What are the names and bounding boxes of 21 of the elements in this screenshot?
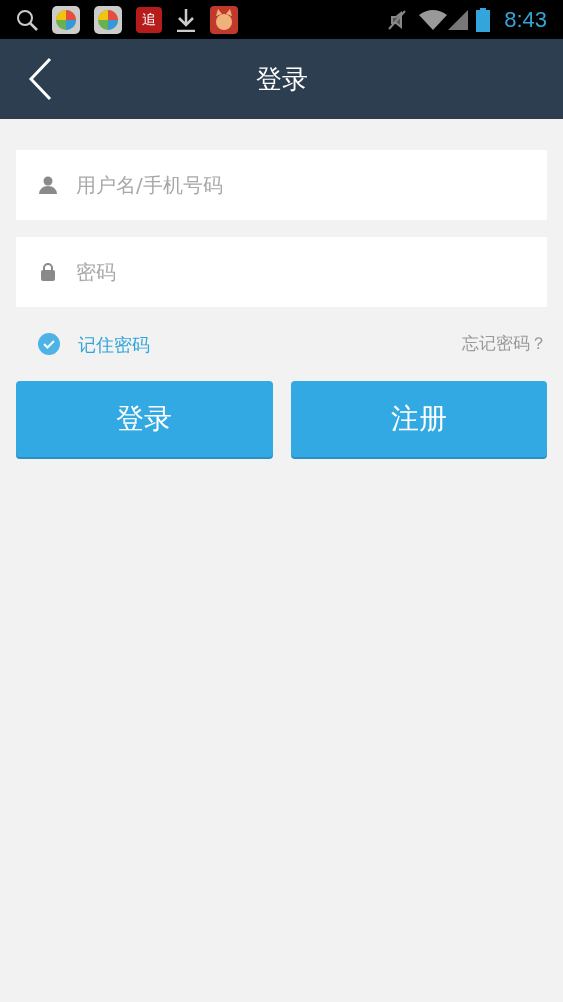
battery-icon [476, 7, 491, 32]
back-icon [28, 57, 52, 101]
password-field[interactable]: 密码 [16, 237, 547, 307]
username-field[interactable]: 用户名/手机号码 [16, 150, 547, 220]
search-icon [16, 8, 38, 31]
remember-label: 记住密码 [78, 332, 150, 357]
cat-app-icon [210, 5, 238, 34]
login-button[interactable]: 登录 [16, 381, 273, 457]
mute-icon [386, 8, 409, 31]
clock-time: 8:43 [504, 6, 547, 34]
app-icon [94, 5, 122, 34]
checkmark-icon [42, 337, 56, 351]
signal-icon [448, 8, 469, 31]
download-icon [176, 7, 196, 32]
app-icon [52, 5, 80, 34]
page-title: 登录 [255, 62, 308, 96]
remember-checkbox[interactable] [38, 333, 60, 355]
wifi-icon [418, 8, 449, 31]
register-button[interactable]: 注册 [290, 381, 547, 457]
forgot-password-link[interactable]: 忘记密码？ [462, 331, 547, 357]
app-icon: 追 [136, 6, 162, 33]
